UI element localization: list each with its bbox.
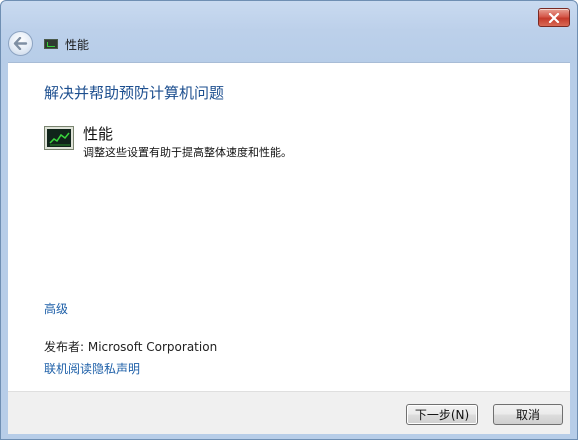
advanced-link[interactable]: 高级: [44, 300, 68, 317]
content-area: 解决并帮助预防计算机问题 性能 调整这些设置有助于提高整体速度和性能。 高级 发…: [8, 62, 570, 391]
item-description: 调整这些设置有助于提高整体速度和性能。: [83, 146, 292, 159]
window-title: 性能: [65, 38, 90, 52]
performance-monitor-icon: [44, 39, 58, 49]
back-button[interactable]: [8, 31, 33, 56]
page-heading: 解决并帮助预防计算机问题: [44, 84, 225, 102]
performance-monitor-icon: [44, 126, 74, 150]
privacy-statement-link[interactable]: 联机阅读隐私声明: [44, 360, 140, 377]
back-arrow-icon: [13, 37, 28, 50]
item-title: 性能: [83, 125, 114, 143]
close-button[interactable]: [538, 8, 570, 27]
close-icon: [548, 12, 560, 23]
next-button[interactable]: 下一步(N): [406, 404, 478, 425]
cancel-button[interactable]: 取消: [493, 404, 563, 425]
footer-bar: 下一步(N) 取消: [8, 391, 570, 434]
troubleshooter-window: 性能 解决并帮助预防计算机问题 性能 调整这些设置有助于提高整体速度和性能。 高…: [0, 0, 578, 440]
publisher-text: 发布者: Microsoft Corporation: [44, 340, 218, 354]
